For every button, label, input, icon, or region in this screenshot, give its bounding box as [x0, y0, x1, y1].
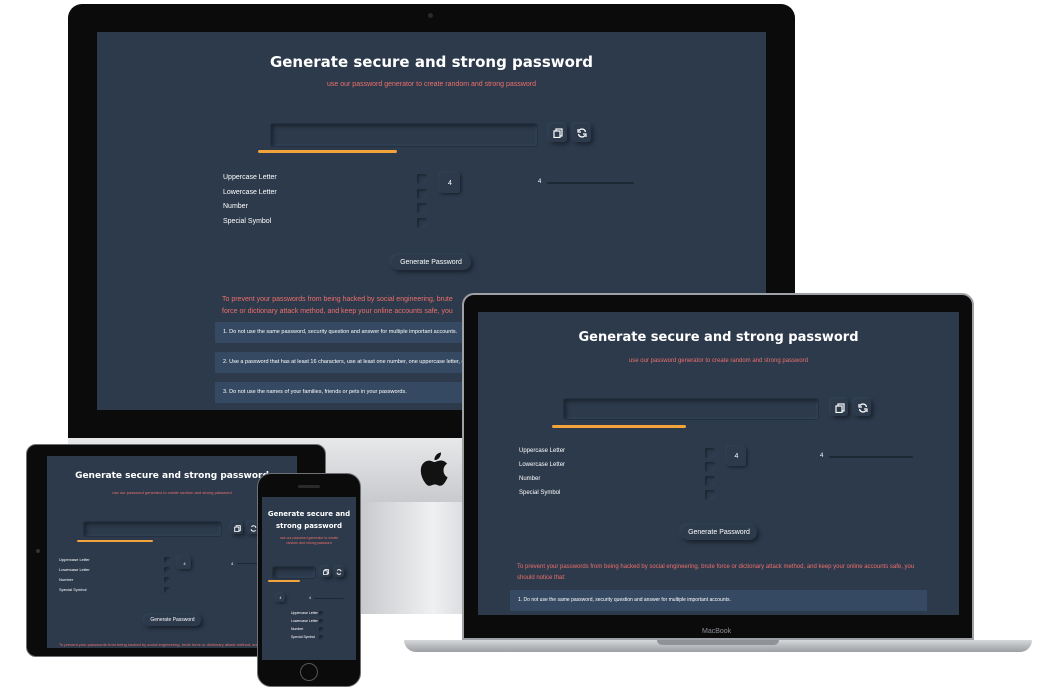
slider-value: 4 — [820, 453, 824, 459]
copy-button[interactable] — [231, 522, 243, 534]
page-subtitle: use our password generator to create ran… — [327, 81, 536, 88]
generate-password-button[interactable]: Generate Password — [144, 615, 201, 626]
warning-text: To prevent your passwords from being hac… — [59, 642, 285, 647]
option-symbol-label: Special Symbol — [223, 218, 272, 225]
generate-password-button[interactable]: Generate Password — [391, 255, 471, 270]
warning-text: To prevent your passwords from being hac… — [517, 564, 915, 581]
option-uppercase-label: Uppercase Letter — [519, 448, 566, 454]
tip-item-1: 1. Do not use the same password, securit… — [215, 322, 475, 343]
uppercase-checkbox[interactable] — [417, 174, 427, 184]
length-slider[interactable] — [547, 182, 634, 184]
slider-value: 4 — [231, 561, 234, 566]
page-title: Generate secure and strong password — [578, 330, 859, 345]
copy-button[interactable] — [321, 567, 331, 577]
option-uppercase-label: Uppercase Letter — [223, 174, 277, 181]
option-symbol-label: Special Symbol — [519, 490, 561, 496]
password-output-field[interactable] — [272, 566, 316, 579]
iphone-home-button[interactable] — [300, 663, 318, 681]
option-lowercase-label: Lowercase Letter — [59, 567, 90, 572]
refresh-icon — [250, 524, 256, 532]
option-lowercase-label: Lowercase Letter — [291, 619, 318, 623]
copy-icon — [323, 569, 329, 575]
copy-icon — [233, 524, 241, 532]
option-uppercase-label: Uppercase Letter — [291, 611, 318, 615]
number-checkbox[interactable] — [164, 577, 170, 583]
macbook-screen: Generate secure and strong password use … — [478, 312, 959, 615]
password-output-field[interactable] — [563, 398, 819, 420]
option-number-label: Number — [59, 577, 74, 582]
strength-bar — [77, 540, 153, 542]
length-input[interactable]: 4 — [727, 447, 746, 466]
length-slider[interactable] — [829, 456, 913, 458]
page-subtitle: use our password generator to create ran… — [279, 536, 339, 545]
refresh-icon — [857, 402, 868, 413]
page-title: Generate secure and strong password — [269, 53, 594, 71]
tip-item-3: 3. Do not use the names of your families… — [215, 382, 475, 403]
option-lowercase-label: Lowercase Letter — [519, 462, 566, 468]
lowercase-checkbox[interactable] — [319, 619, 324, 624]
iphone-speaker — [298, 485, 320, 488]
iphone-screen: Generate secure and strong password use … — [262, 497, 356, 660]
copy-button[interactable] — [831, 399, 848, 416]
macbook-notch — [657, 640, 779, 645]
imac-camera — [428, 13, 433, 18]
uppercase-checkbox[interactable] — [705, 448, 715, 458]
generate-password-button[interactable]: Generate Password — [681, 525, 757, 540]
symbol-checkbox[interactable] — [417, 218, 427, 228]
length-input[interactable]: 4 — [276, 594, 285, 602]
length-input[interactable]: 4 — [178, 557, 191, 569]
option-symbol-label: Special Symbol — [59, 587, 87, 592]
lowercase-checkbox[interactable] — [417, 189, 427, 199]
copy-icon — [553, 128, 563, 138]
lowercase-checkbox[interactable] — [164, 567, 170, 573]
option-number-label: Number — [519, 476, 541, 482]
uppercase-checkbox[interactable] — [164, 557, 170, 563]
refresh-icon — [336, 569, 342, 575]
macbook-label: MacBook — [702, 628, 732, 635]
page-subtitle: use our password generator to create ran… — [628, 358, 809, 364]
tip-item-2: 2. Use a password that has at least 16 c… — [215, 352, 475, 373]
length-slider[interactable] — [314, 598, 344, 599]
ipad-camera — [36, 549, 40, 553]
strength-bar — [258, 150, 397, 153]
symbol-checkbox[interactable] — [164, 587, 170, 593]
strength-bar — [268, 580, 300, 582]
strength-bar — [552, 425, 686, 428]
password-generator-app: Generate secure and strong password use … — [478, 312, 959, 615]
refresh-button[interactable] — [854, 399, 871, 416]
number-checkbox[interactable] — [319, 627, 324, 632]
option-number-label: Number — [291, 627, 304, 631]
option-uppercase-label: Uppercase Letter — [59, 557, 90, 562]
refresh-icon — [577, 128, 587, 138]
symbol-checkbox[interactable] — [319, 635, 324, 640]
password-output-field[interactable] — [83, 521, 222, 537]
lowercase-checkbox[interactable] — [705, 462, 715, 472]
option-lowercase-label: Lowercase Letter — [223, 189, 277, 196]
refresh-button[interactable] — [573, 124, 591, 142]
refresh-button[interactable] — [334, 567, 344, 577]
number-checkbox[interactable] — [417, 203, 427, 213]
slider-value: 4 — [538, 179, 542, 185]
length-input[interactable]: 4 — [440, 173, 460, 193]
warning-text: To prevent your passwords from being hac… — [222, 296, 453, 315]
apple-logo-icon — [420, 452, 448, 486]
option-symbol-label: Special Symbol — [291, 635, 316, 639]
password-generator-app: Generate secure and strong password use … — [262, 497, 356, 660]
option-number-label: Number — [223, 203, 248, 210]
symbol-checkbox[interactable] — [705, 490, 715, 500]
tip-item-1: 1. Do not use the same password, securit… — [510, 590, 927, 611]
uppercase-checkbox[interactable] — [319, 611, 324, 616]
password-output-field[interactable] — [270, 123, 538, 147]
page-title: Generate secure and strong password — [267, 510, 351, 530]
number-checkbox[interactable] — [705, 476, 715, 486]
slider-value: 4 — [309, 596, 311, 600]
copy-icon — [834, 402, 845, 413]
copy-button[interactable] — [549, 124, 567, 142]
